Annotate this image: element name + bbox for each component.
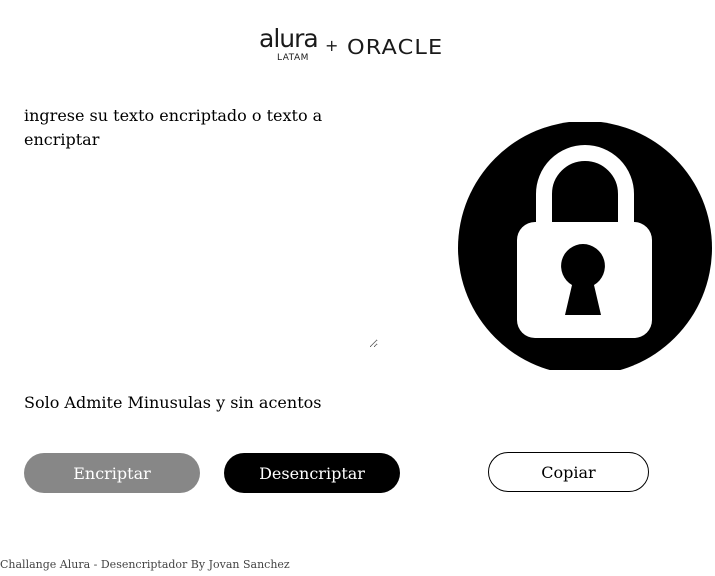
header-logo: alura LATAM + ORACLE: [259, 24, 442, 68]
text-input[interactable]: [20, 102, 378, 348]
alura-logo-text: alura: [259, 24, 319, 53]
oracle-logo-text: ORACLE: [347, 35, 444, 59]
copy-button[interactable]: Copiar: [488, 452, 649, 492]
lock-icon: [458, 122, 712, 372]
lock-circle-bottom-cut: [458, 370, 712, 372]
logo-plus-sign: +: [325, 36, 339, 55]
page: alura LATAM + ORACLE Solo Admite Minusul…: [0, 0, 715, 576]
alura-logo: alura LATAM: [259, 24, 319, 66]
encrypt-button-label: Encriptar: [73, 463, 151, 483]
decrypt-button-label: Desencriptar: [259, 463, 365, 483]
input-restriction-note: Solo Admite Minusulas y sin acentos: [24, 393, 322, 412]
encrypt-button[interactable]: Encriptar: [24, 453, 200, 493]
keyhole: [561, 244, 605, 315]
copy-button-label: Copiar: [541, 462, 596, 482]
latam-logo-text: LATAM: [277, 53, 309, 63]
decrypt-button[interactable]: Desencriptar: [224, 453, 400, 493]
footer-credit: Challange Alura - Desencriptador By Jova…: [0, 558, 290, 571]
